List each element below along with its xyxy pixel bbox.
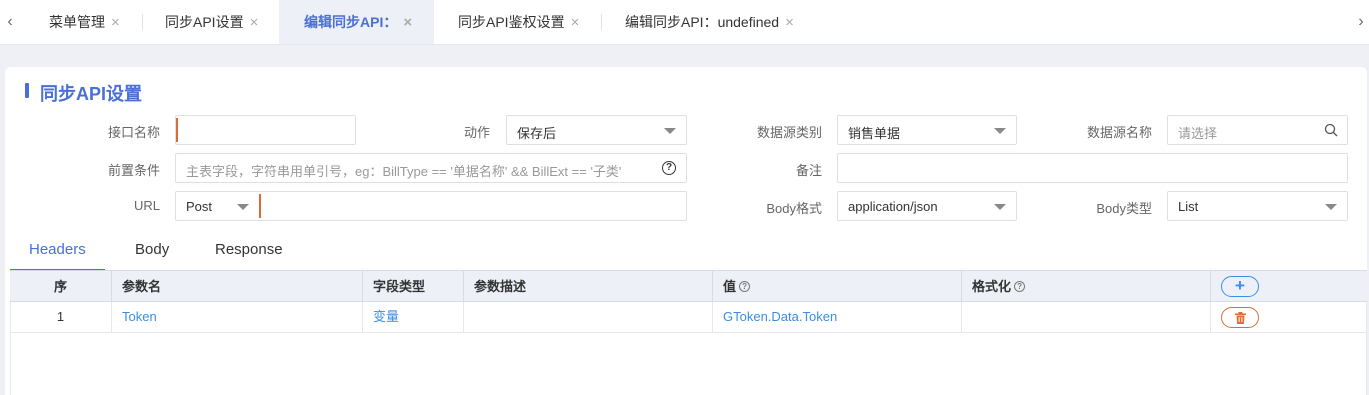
cell-value[interactable]: GToken.Data.Token: [712, 302, 961, 332]
cell-index: 1: [56, 309, 65, 324]
precondition-label: 前置条件: [107, 163, 160, 178]
th-param-desc: 参数描述: [463, 271, 712, 302]
url-label: URL: [133, 198, 160, 213]
close-icon[interactable]: ×: [111, 14, 120, 31]
api-name-input[interactable]: [175, 115, 356, 145]
action-select[interactable]: 保存后: [506, 115, 687, 145]
chevron-down-icon: [237, 204, 249, 210]
th-value: 值?: [712, 271, 961, 302]
close-icon[interactable]: ×: [250, 14, 259, 31]
tab-label: 编辑同步API：: [304, 14, 398, 30]
url-field: Post: [175, 191, 687, 221]
help-icon[interactable]: ?: [739, 281, 751, 293]
subtab-response[interactable]: Response: [215, 241, 283, 258]
tab-bar: ‹ 菜单管理 × 同步API设置 × 编辑同步API： × 同步API鉴权设置 × 编辑…: [0, 0, 1369, 45]
precondition-input[interactable]: 主表字段，字符串用单引号，eg：BillType == '单据名称' && Bi…: [175, 153, 687, 183]
page-title: 同步API设置: [40, 84, 143, 104]
url-input[interactable]: [259, 192, 686, 220]
datasource-name-input[interactable]: 请选择: [1167, 115, 1348, 145]
body-format-label: Body格式: [766, 201, 822, 216]
body-format-select[interactable]: application/json: [837, 191, 1017, 221]
tab-sync-api-settings[interactable]: 同步API设置 ×: [165, 0, 258, 44]
cell-param-desc[interactable]: [463, 302, 712, 332]
datasource-name-label: 数据源名称: [1086, 125, 1152, 140]
tab-label: 同步API设置: [165, 14, 244, 30]
chevron-down-icon: [664, 128, 676, 134]
trash-icon: [1235, 312, 1246, 324]
chevron-down-icon: [994, 128, 1006, 134]
subtab-body[interactable]: Body: [135, 241, 169, 258]
body-type-select[interactable]: List: [1167, 191, 1348, 221]
close-icon[interactable]: ×: [785, 14, 794, 31]
tab-label: 同步API鉴权设置: [458, 14, 565, 30]
cell-param-name[interactable]: Token: [111, 302, 362, 332]
tab-separator: [142, 14, 143, 30]
th-field-type: 字段类型: [362, 271, 463, 302]
chevron-down-icon: [1325, 204, 1337, 210]
tab-edit-sync-api-undefined[interactable]: 编辑同步API：undefined ×: [625, 0, 794, 44]
chevron-down-icon: [994, 204, 1006, 210]
delete-row-button[interactable]: [1221, 307, 1259, 328]
remark-label: 备注: [795, 163, 822, 178]
datasource-type-select[interactable]: 销售单据: [837, 115, 1017, 145]
tab-menu-management[interactable]: 菜单管理 ×: [49, 0, 120, 44]
tab-label: 菜单管理: [49, 14, 105, 30]
help-icon[interactable]: ?: [1014, 281, 1026, 293]
tabs-next-icon[interactable]: ›: [1353, 13, 1369, 31]
tabs-prev-icon[interactable]: ‹: [2, 13, 18, 31]
http-method-select[interactable]: Post: [176, 192, 259, 220]
subtab-headers[interactable]: Headers: [29, 241, 86, 258]
body-type-label: Body类型: [1096, 201, 1152, 216]
th-param-name: 参数名: [111, 271, 362, 302]
tab-separator: [601, 14, 602, 30]
th-format: 格式化?: [961, 271, 1210, 302]
cell-field-type[interactable]: 变量: [362, 302, 463, 332]
required-mark: [259, 194, 261, 218]
api-name-label: 接口名称: [107, 125, 160, 140]
datasource-type-label: 数据源类别: [756, 125, 822, 140]
tab-label: 编辑同步API：undefined: [625, 14, 780, 30]
add-row-button[interactable]: +: [1221, 276, 1259, 297]
cell-format[interactable]: [961, 302, 1210, 332]
action-label: 动作: [463, 125, 490, 140]
title-accent-bar: [25, 83, 29, 98]
tab-edit-sync-api[interactable]: 编辑同步API： ×: [279, 0, 434, 44]
th-index: 序: [53, 279, 67, 294]
table-header: 序 参数名 字段类型 参数描述 值? 格式化? +: [10, 270, 1367, 302]
close-icon[interactable]: ×: [403, 14, 412, 31]
tab-sync-api-auth-settings[interactable]: 同步API鉴权设置 ×: [458, 0, 579, 44]
required-mark: [176, 118, 178, 142]
help-icon[interactable]: ?: [662, 161, 676, 175]
search-icon[interactable]: [1324, 123, 1338, 137]
table-row: 1 Token 变量 GToken.Data.Token: [10, 302, 1367, 333]
main-panel: 同步API设置 接口名称 动作 保存后 数据源类别 销售单据 数据源名称 请选择…: [5, 67, 1367, 395]
close-icon[interactable]: ×: [571, 14, 580, 31]
remark-input[interactable]: [837, 153, 1348, 183]
